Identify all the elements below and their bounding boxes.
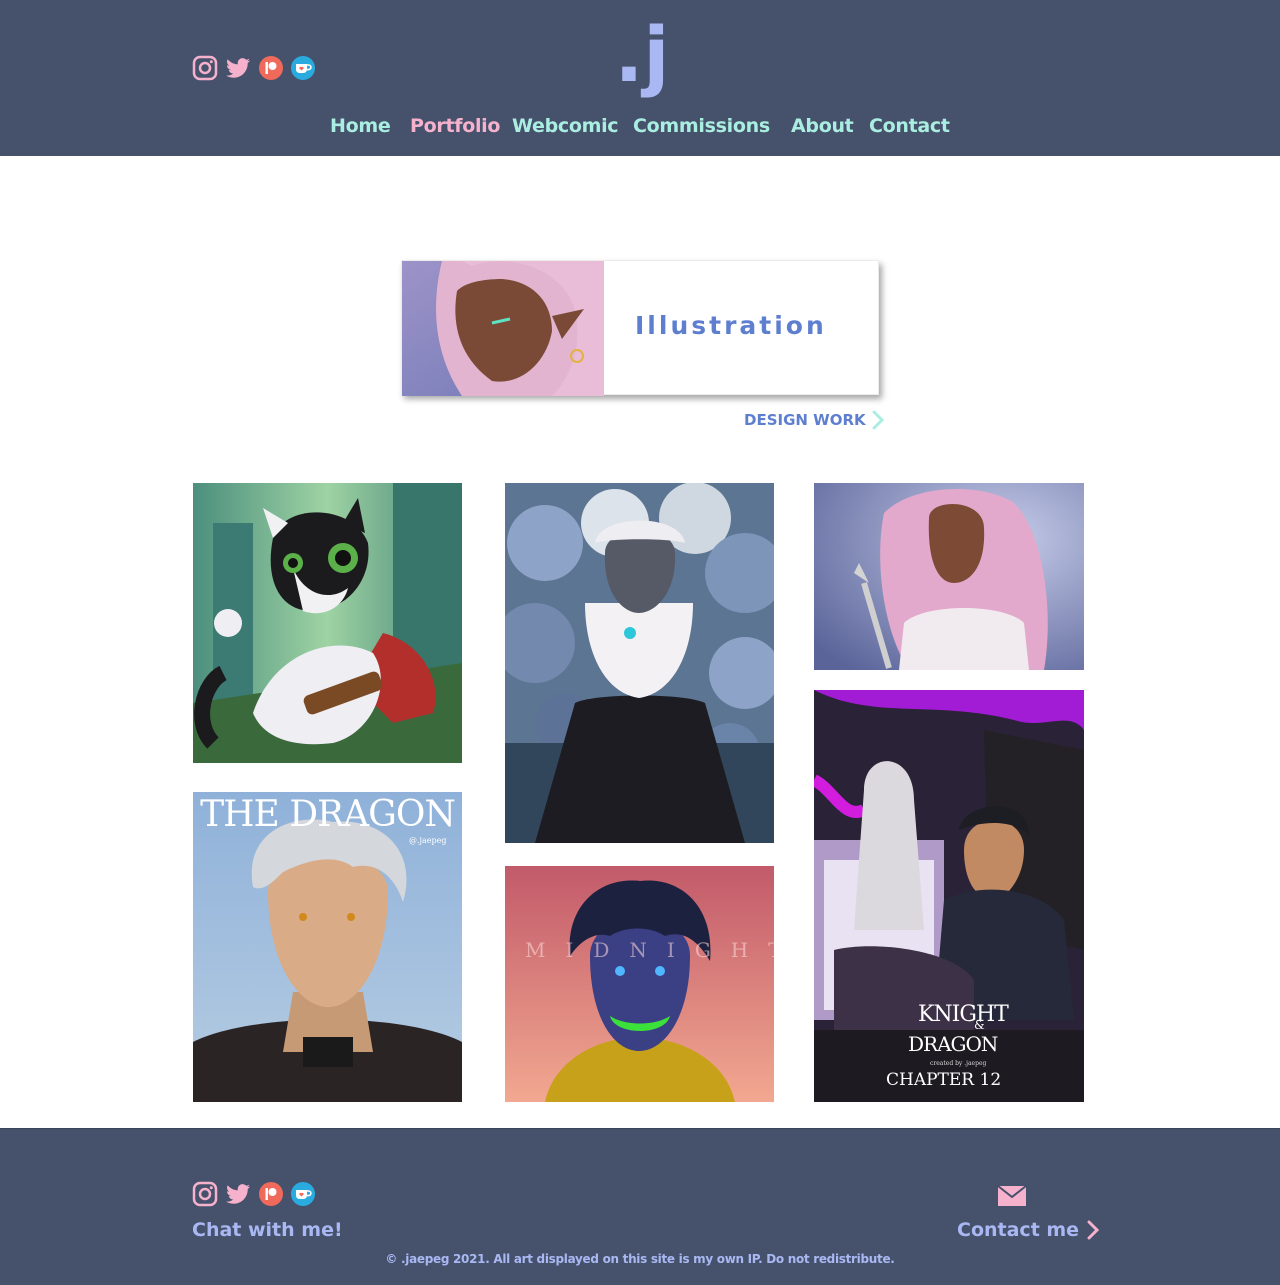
nav-contact[interactable]: Contact <box>869 112 950 140</box>
category-title: Illustration <box>635 311 827 340</box>
artwork-cat-adventurer[interactable] <box>193 483 462 763</box>
site-logo[interactable]: .j <box>612 10 672 100</box>
nav-home[interactable]: Home <box>330 112 391 140</box>
site-header: .j Home Portfolio Webcomic Commissions A… <box>0 0 1280 156</box>
category-card[interactable]: Illustration <box>401 260 879 396</box>
copyright-text: © .jaepeg 2021. All art displayed on thi… <box>385 1252 895 1266</box>
nav-webcomic[interactable]: Webcomic <box>512 112 619 140</box>
footer-social-links <box>192 1181 316 1207</box>
artwork-elf-lady[interactable] <box>814 483 1084 670</box>
twitter-icon[interactable] <box>224 1181 252 1207</box>
chat-with-me-link[interactable]: Chat with me! <box>192 1219 343 1241</box>
kofi-icon[interactable] <box>290 55 316 81</box>
instagram-icon[interactable] <box>192 55 218 81</box>
contact-me-link[interactable]: Contact me <box>957 1219 1100 1241</box>
nav-about[interactable]: About <box>791 112 854 140</box>
contact-me-label: Contact me <box>957 1219 1080 1241</box>
artwork-the-dragon[interactable]: THE DRAGON @.jaepeg <box>193 792 462 1102</box>
twitter-icon[interactable] <box>224 55 252 81</box>
mail-icon[interactable] <box>997 1185 1027 1207</box>
artwork-flower-lady[interactable] <box>505 483 774 843</box>
site-footer: Chat with me! Contact me © .jaepeg 2021.… <box>0 1128 1280 1285</box>
instagram-icon[interactable] <box>192 1181 218 1207</box>
nav-portfolio[interactable]: Portfolio <box>410 112 500 140</box>
chevron-right-icon <box>1087 1220 1100 1240</box>
design-work-label: DESIGN WORK <box>744 411 866 429</box>
patreon-icon[interactable] <box>258 1181 284 1207</box>
chevron-right-icon <box>872 410 884 430</box>
category-thumbnail <box>402 261 604 396</box>
artwork-knight-and-dragon[interactable]: KNIGHT & DRAGON created by .jaepeg CHAPT… <box>814 690 1084 1102</box>
social-links <box>192 55 316 81</box>
nav-commissions[interactable]: Commissions <box>633 112 770 140</box>
artwork-midnight[interactable]: MIDNIGHT <box>505 866 774 1102</box>
design-work-link[interactable]: DESIGN WORK <box>744 410 884 430</box>
patreon-icon[interactable] <box>258 55 284 81</box>
kofi-icon[interactable] <box>290 1181 316 1207</box>
main-nav: Home Portfolio Webcomic Commissions Abou… <box>0 112 1280 142</box>
